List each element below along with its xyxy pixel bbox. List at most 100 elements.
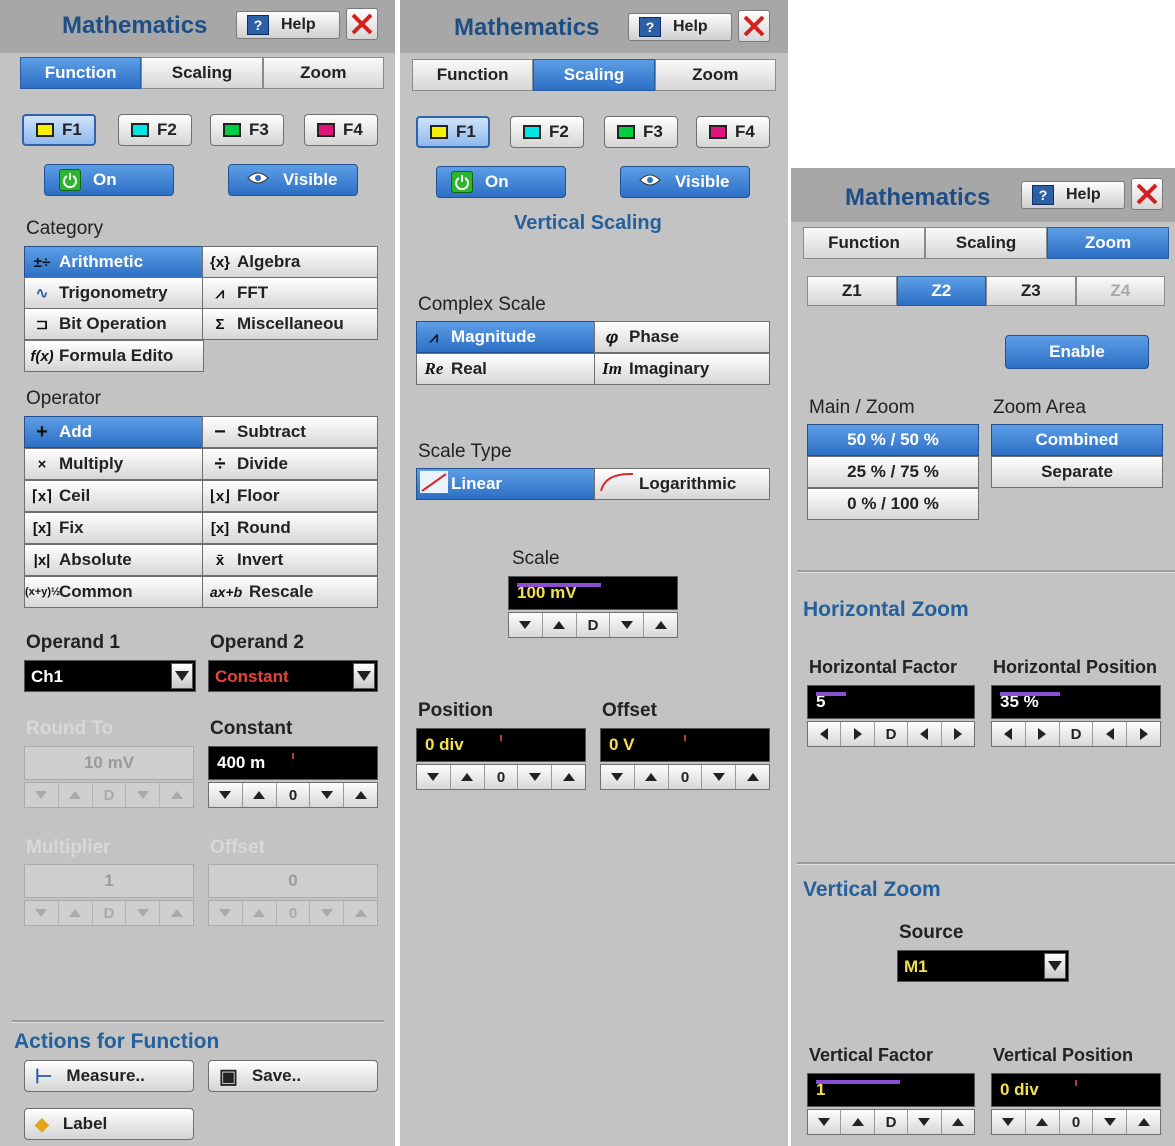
zoomarea-separate[interactable]: Separate	[991, 456, 1163, 488]
hpos-left-fine[interactable]	[992, 722, 1026, 746]
hfactor-left[interactable]	[908, 722, 942, 746]
category-miscellaneous[interactable]: Σ Miscellaneou	[202, 308, 378, 340]
vfactor-decrement-fine[interactable]	[808, 1110, 842, 1134]
hfactor-left-fine[interactable]	[808, 722, 842, 746]
offset-decrement-fine[interactable]	[601, 765, 635, 789]
scale-increment-fine[interactable]	[543, 613, 577, 637]
vertical-position-field[interactable]: 0 div	[991, 1073, 1161, 1107]
help-button[interactable]: ? Help	[1021, 181, 1125, 209]
vpos-decrement[interactable]	[1093, 1110, 1128, 1134]
function-f2-button[interactable]: F2	[510, 116, 584, 148]
vpos-increment[interactable]	[1127, 1110, 1160, 1134]
scale-field[interactable]: 100 mV	[508, 576, 678, 610]
constant-increment-fine[interactable]	[243, 783, 277, 807]
zoom-z4[interactable]: Z4	[1075, 276, 1165, 306]
constant-decrement[interactable]	[310, 783, 345, 807]
hpos-default-button[interactable]: D	[1060, 722, 1094, 746]
scale-decrement-fine[interactable]	[509, 613, 543, 637]
operator-rescale[interactable]: ax+b Rescale	[202, 576, 378, 608]
operator-multiply[interactable]: × Multiply	[24, 448, 204, 480]
scale-linear[interactable]: Linear	[416, 468, 596, 500]
visible-toggle[interactable]: Visible	[620, 166, 750, 198]
scale-decrement[interactable]	[610, 613, 645, 637]
tab-zoom[interactable]: Zoom	[654, 59, 776, 91]
operator-round[interactable]: [x] Round	[202, 512, 378, 544]
function-f4-button[interactable]: F4	[304, 114, 378, 146]
function-f1-button[interactable]: F1	[22, 114, 96, 146]
tab-scaling[interactable]: Scaling	[925, 227, 1047, 259]
complex-magnitude[interactable]: ⩘ Magnitude	[416, 321, 596, 353]
zoom-z1[interactable]: Z1	[807, 276, 897, 306]
category-formula-editor[interactable]: f(x) Formula Edito	[24, 340, 204, 372]
vpos-zero-button[interactable]: 0	[1060, 1110, 1094, 1134]
zoomarea-combined[interactable]: Combined	[991, 424, 1163, 456]
operator-ceil[interactable]: ⌈x⌉ Ceil	[24, 480, 204, 512]
mainzoom-50-50[interactable]: 50 % / 50 %	[807, 424, 979, 456]
help-button[interactable]: ? Help	[236, 11, 340, 39]
position-zero-button[interactable]: 0	[485, 765, 519, 789]
vpos-increment-fine[interactable]	[1026, 1110, 1060, 1134]
position-field[interactable]: 0 div	[416, 728, 586, 762]
operator-invert[interactable]: x̄ Invert	[202, 544, 378, 576]
complex-phase[interactable]: φ Phase	[594, 321, 770, 353]
operand2-dropdown[interactable]: Constant	[208, 660, 378, 692]
hfactor-right-fine[interactable]	[841, 722, 875, 746]
category-arithmetic[interactable]: ±÷ Arithmetic	[24, 246, 204, 278]
on-toggle[interactable]: On	[44, 164, 174, 196]
label-button[interactable]: ◆ Label	[24, 1108, 194, 1140]
vpos-decrement-fine[interactable]	[992, 1110, 1026, 1134]
horizontal-position-field[interactable]: 35 %	[991, 685, 1161, 719]
function-f2-button[interactable]: F2	[118, 114, 192, 146]
operator-fix[interactable]: [x] Fix	[24, 512, 204, 544]
close-button[interactable]	[738, 10, 770, 42]
operand1-dropdown[interactable]: Ch1	[24, 660, 196, 692]
vfactor-decrement[interactable]	[908, 1110, 942, 1134]
help-button[interactable]: ? Help	[628, 13, 732, 41]
category-fft[interactable]: ⩘ FFT	[202, 277, 378, 309]
vfactor-increment[interactable]	[942, 1110, 974, 1134]
close-button[interactable]	[1131, 178, 1163, 210]
hfactor-default-button[interactable]: D	[875, 722, 909, 746]
operator-floor[interactable]: ⌊x⌋ Floor	[202, 480, 378, 512]
zoom-z2[interactable]: Z2	[896, 276, 986, 306]
mainzoom-25-75[interactable]: 25 % / 75 %	[807, 456, 979, 488]
offset-increment[interactable]	[736, 765, 769, 789]
vertical-factor-field[interactable]: 1	[807, 1073, 975, 1107]
operator-divide[interactable]: ÷ Divide	[202, 448, 378, 480]
hfactor-right[interactable]	[942, 722, 974, 746]
constant-field[interactable]: 400 m	[208, 746, 378, 780]
source-dropdown[interactable]: M1	[897, 950, 1069, 982]
offset-zero-button[interactable]: 0	[669, 765, 703, 789]
tab-function[interactable]: Function	[20, 57, 142, 89]
tab-scaling[interactable]: Scaling	[141, 57, 263, 89]
tab-zoom[interactable]: Zoom	[1047, 227, 1169, 259]
save-button[interactable]: ▣ Save..	[208, 1060, 378, 1092]
position-decrement[interactable]	[518, 765, 553, 789]
tab-scaling[interactable]: Scaling	[533, 59, 655, 91]
position-increment-fine[interactable]	[451, 765, 485, 789]
hpos-left[interactable]	[1093, 722, 1128, 746]
operator-subtract[interactable]: − Subtract	[202, 416, 378, 448]
function-f4-button[interactable]: F4	[696, 116, 770, 148]
hpos-right-fine[interactable]	[1026, 722, 1060, 746]
category-algebra[interactable]: {x} Algebra	[202, 246, 378, 278]
complex-real[interactable]: Re Real	[416, 353, 596, 385]
vfactor-increment-fine[interactable]	[841, 1110, 875, 1134]
category-bit-operation[interactable]: ⊐ Bit Operation	[24, 308, 204, 340]
tab-function[interactable]: Function	[412, 59, 534, 91]
scale-default-button[interactable]: D	[577, 613, 611, 637]
zoom-z3[interactable]: Z3	[986, 276, 1076, 306]
function-f1-button[interactable]: F1	[416, 116, 490, 148]
operator-absolute[interactable]: |x| Absolute	[24, 544, 204, 576]
position-decrement-fine[interactable]	[417, 765, 451, 789]
mainzoom-0-100[interactable]: 0 % / 100 %	[807, 488, 979, 520]
offset-field[interactable]: 0 V	[600, 728, 770, 762]
enable-button[interactable]: Enable	[1005, 335, 1149, 369]
tab-function[interactable]: Function	[803, 227, 925, 259]
constant-increment[interactable]	[344, 783, 377, 807]
on-toggle[interactable]: On	[436, 166, 566, 198]
offset-decrement[interactable]	[702, 765, 737, 789]
scale-logarithmic[interactable]: Logarithmic	[594, 468, 770, 500]
tab-zoom[interactable]: Zoom	[262, 57, 384, 89]
offset-increment-fine[interactable]	[635, 765, 669, 789]
